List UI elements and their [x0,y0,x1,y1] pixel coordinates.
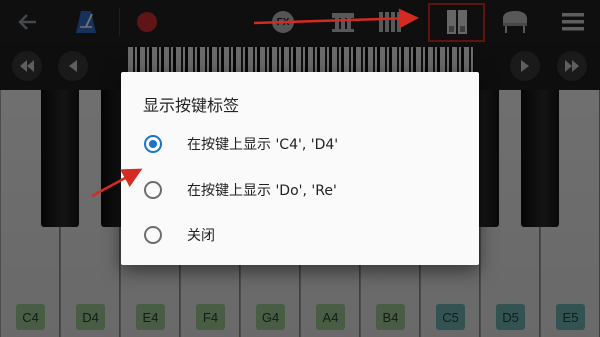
option-label: 在按键上显示 'Do', 'Re' [187,183,337,199]
key-labels-dialog: 显示按键标签 在按键上显示 'C4', 'D4' 在按键上显示 'Do', 'R… [121,72,479,265]
dialog-title: 显示按键标签 [143,96,240,115]
radio-unselected-icon[interactable] [144,226,162,244]
radio-unselected-icon[interactable] [144,181,162,199]
option-label: 关闭 [187,228,215,244]
option-label: 在按键上显示 'C4', 'D4' [187,137,339,153]
radio-selected-icon[interactable] [144,135,162,153]
option-note-names[interactable]: 在按键上显示 'C4', 'D4' [135,124,465,164]
option-off[interactable]: 关闭 [135,215,465,255]
option-solfege[interactable]: 在按键上显示 'Do', 'Re' [135,170,465,210]
